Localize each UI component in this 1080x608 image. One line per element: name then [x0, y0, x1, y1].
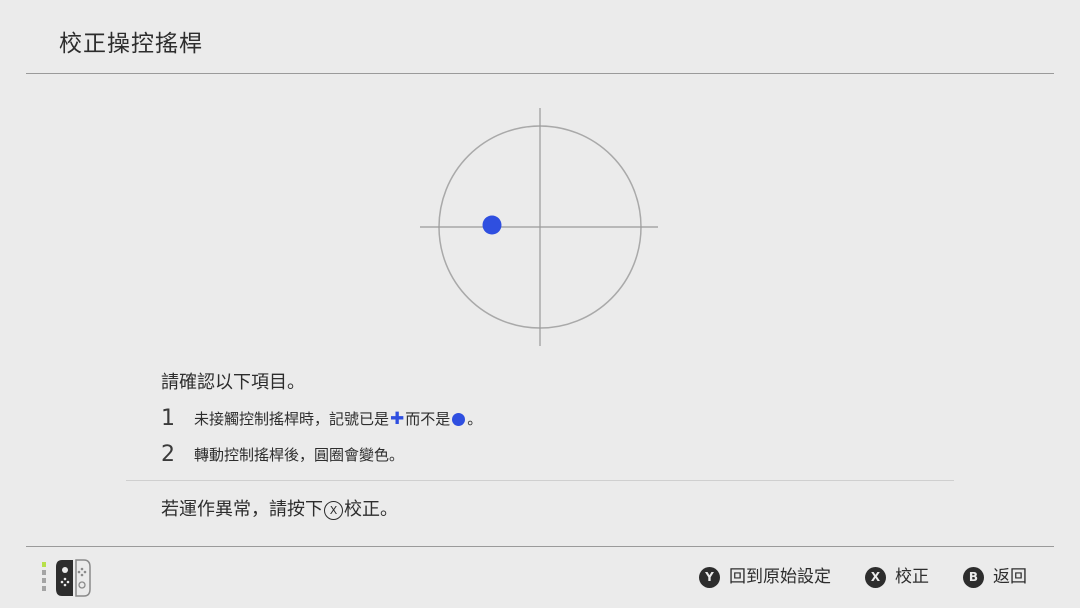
footer: Y 回到原始設定 X 校正 B 返回	[0, 547, 1080, 608]
stick-position-marker	[482, 215, 502, 235]
check-item-2: 2 轉動控制搖桿後，圓圈會變色。	[161, 440, 404, 470]
check-text-part: 未接觸控制搖桿時，記號已是	[194, 410, 390, 428]
check-text-part: 而不是	[405, 410, 451, 428]
check-item-text: 未接觸控制搖桿時，記號已是 ✚ 而不是 。	[194, 404, 482, 434]
page-title: 校正操控搖桿	[59, 31, 203, 57]
action-label: 回到原始設定	[729, 567, 831, 587]
hint-text-part: 校正。	[344, 499, 398, 520]
calibrate-hint: 若運作異常，請按下 X 校正。	[161, 497, 398, 523]
action-label: 校正	[895, 567, 929, 587]
x-button-outline-icon: X	[324, 500, 343, 520]
calibrate-button[interactable]: X 校正	[865, 565, 929, 589]
check-item-number: 2	[161, 442, 175, 467]
check-item-number: 1	[161, 406, 175, 431]
header: 校正操控搖桿	[0, 0, 1080, 74]
plus-marker-icon: ✚	[390, 409, 405, 429]
stick-calibration-graphic	[420, 108, 658, 346]
action-label: 返回	[993, 567, 1027, 587]
b-button-icon: B	[963, 566, 984, 588]
reset-to-default-button[interactable]: Y 回到原始設定	[699, 565, 831, 589]
check-item-1: 1 未接觸控制搖桿時，記號已是 ✚ 而不是 。	[161, 404, 482, 434]
check-text-part: 。	[467, 410, 483, 428]
header-divider	[26, 73, 1054, 74]
hint-text-part: 若運作異常，請按下	[161, 499, 323, 520]
check-item-text: 轉動控制搖桿後，圓圈會變色。	[194, 446, 405, 464]
back-button[interactable]: B 返回	[963, 565, 1027, 589]
y-button-icon: Y	[699, 566, 720, 588]
x-button-icon: X	[865, 566, 886, 588]
joycon-controller-icon	[42, 559, 91, 597]
confirm-heading: 請確認以下項目。	[161, 372, 305, 393]
dot-marker-icon	[452, 412, 466, 426]
instructions-divider	[126, 480, 954, 481]
footer-actions: Y 回到原始設定 X 校正 B 返回	[665, 565, 1027, 589]
